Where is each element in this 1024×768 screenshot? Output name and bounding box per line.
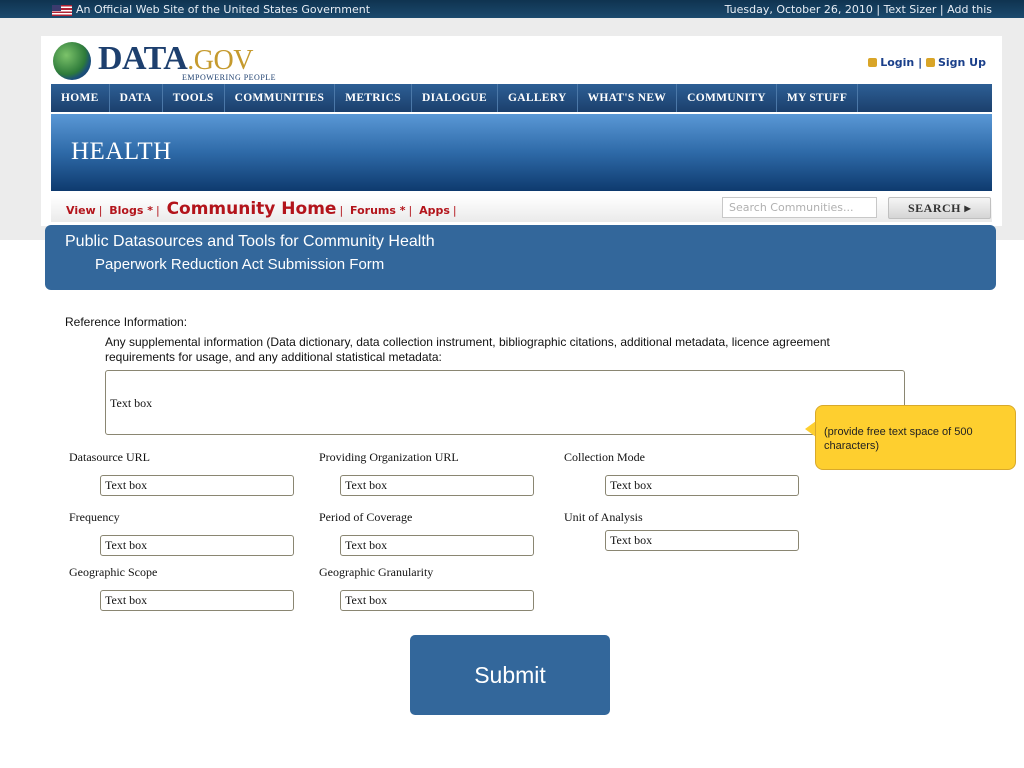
unit-of-analysis-label: Unit of Analysis (564, 510, 643, 524)
community-title: HEALTH (71, 138, 172, 165)
annotation-callout: (provide free text space of 500 characte… (815, 405, 1016, 470)
nav-dialogue[interactable]: DIALOGUE (412, 84, 498, 112)
geographic-scope-label: Geographic Scope (69, 565, 158, 579)
supplemental-textarea[interactable]: Text box (105, 370, 905, 435)
collection-mode-label: Collection Mode (564, 450, 645, 464)
text-sizer-link[interactable]: Text Sizer (884, 3, 937, 16)
period-of-coverage-label: Period of Coverage (319, 510, 413, 524)
date-text: Tuesday, October 26, 2010 (724, 3, 873, 16)
logo-tagline: EMPOWERING PEOPLE (182, 73, 277, 82)
arrow-right-icon: ▸ (964, 201, 972, 215)
community-home-link[interactable]: Community Home (167, 199, 337, 219)
logo-data-text: DATA (98, 40, 188, 77)
apps-link[interactable]: Apps (419, 204, 450, 217)
add-this-link[interactable]: Add this (947, 3, 992, 16)
auth-links: Login | Sign Up (868, 56, 986, 69)
providing-org-url-input[interactable]: Text box (340, 475, 534, 496)
main-nav: HOME DATA TOOLS COMMUNITIES METRICS DIAL… (51, 84, 992, 112)
nav-tools[interactable]: TOOLS (163, 84, 225, 112)
community-links: View | Blogs * | Community Home | Forums * |… (66, 199, 457, 219)
nav-data[interactable]: DATA (110, 84, 163, 112)
collection-mode-input[interactable]: Text box (605, 475, 799, 496)
geographic-scope-input[interactable]: Text box (100, 590, 294, 611)
gov-bar-right: Tuesday, October 26, 2010 | Text Sizer |… (724, 3, 992, 16)
form-title: Public Datasources and Tools for Communi… (65, 233, 435, 250)
reference-info-label: Reference Information: (65, 315, 188, 329)
submit-button[interactable]: Submit (410, 635, 610, 715)
nav-whats-new[interactable]: WHAT'S NEW (578, 84, 678, 112)
search-button-label: SEARCH (907, 201, 961, 215)
datasource-url-label: Datasource URL (69, 450, 150, 464)
official-site-text: An Official Web Site of the United State… (76, 3, 371, 16)
gov-bar: An Official Web Site of the United State… (0, 0, 1024, 18)
providing-org-url-label: Providing Organization URL (319, 450, 459, 464)
lock-icon (925, 58, 935, 67)
nav-metrics[interactable]: METRICS (335, 84, 412, 112)
datasource-url-input[interactable]: Text box (100, 475, 294, 496)
logo-gov-text: .GOV (187, 45, 253, 76)
nav-community[interactable]: COMMUNITY (677, 84, 777, 112)
geographic-granularity-input[interactable]: Text box (340, 590, 534, 611)
frequency-label: Frequency (69, 510, 120, 524)
login-link[interactable]: Login (880, 56, 914, 69)
us-flag-icon (52, 5, 72, 16)
unit-of-analysis-input[interactable]: Text box (605, 530, 799, 551)
forums-link[interactable]: Forums * (350, 204, 405, 217)
search-button[interactable]: SEARCH ▸ (888, 197, 991, 219)
form-title-panel: Public Datasources and Tools for Communi… (45, 225, 996, 290)
nav-home[interactable]: HOME (51, 84, 110, 112)
signup-link[interactable]: Sign Up (938, 56, 986, 69)
community-banner: HEALTH (51, 114, 992, 191)
blogs-link[interactable]: Blogs * (109, 204, 153, 217)
community-search-input[interactable]: Search Communities... (722, 197, 877, 218)
nav-communities[interactable]: COMMUNITIES (225, 84, 336, 112)
geographic-granularity-label: Geographic Granularity (319, 565, 434, 579)
period-of-coverage-input[interactable]: Text box (340, 535, 534, 556)
frequency-input[interactable]: Text box (100, 535, 294, 556)
supplemental-description: Any supplemental information (Data dicti… (105, 335, 830, 364)
user-icon (868, 58, 878, 67)
globe-logo-icon[interactable] (53, 42, 91, 80)
nav-gallery[interactable]: GALLERY (498, 84, 578, 112)
nav-my-stuff[interactable]: MY STUFF (777, 84, 859, 112)
view-link[interactable]: View (66, 204, 96, 217)
form-subtitle: Paperwork Reduction Act Submission Form (95, 256, 385, 273)
